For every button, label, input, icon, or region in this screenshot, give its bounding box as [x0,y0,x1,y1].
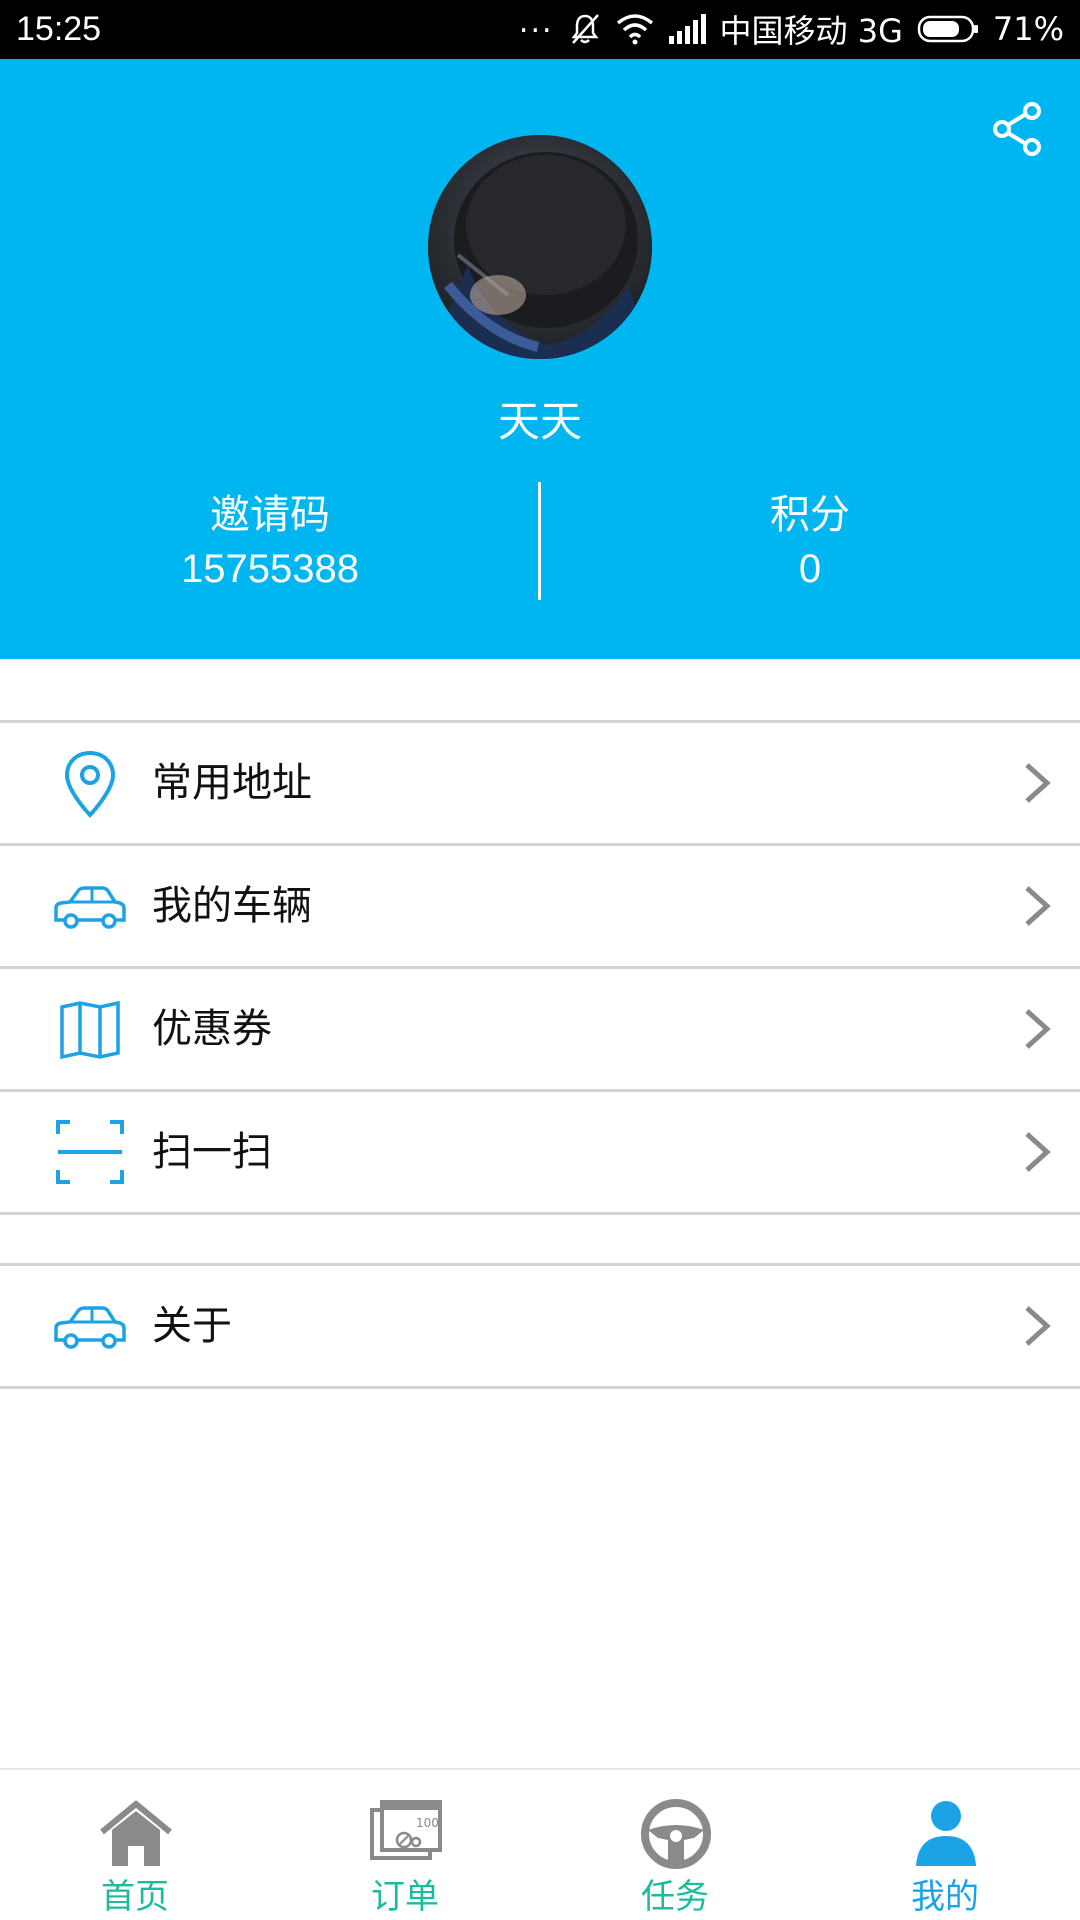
signal-icon [668,14,706,44]
username: 天天 [497,397,582,446]
person-icon [908,1796,984,1872]
bottom-nav: 首页 100 订单 任务 我的 [0,1768,1080,1920]
car-icon [52,876,128,938]
chevron-right-icon [1022,1008,1052,1050]
order-icon: 100 [368,1796,444,1872]
invite-label: 邀请码 [210,492,330,538]
status-right: ... 中国移动 3G 71% [518,4,1064,51]
menu-label: 扫一扫 [152,1129,272,1175]
invite-code-block[interactable]: 邀请码 15755388 [0,489,540,597]
points-label: 积分 [770,492,850,538]
scan-icon [52,1120,128,1184]
profile-header: 天天 邀请码 15755388 积分 0 [0,59,1080,659]
svg-text:100: 100 [416,1816,439,1830]
battery-icon [917,14,979,44]
nav-label: 订单 [371,1877,439,1917]
menu-label: 优惠券 [152,1006,272,1052]
nav-item-orders[interactable]: 100 订单 [270,1770,540,1920]
home-icon [98,1796,174,1872]
menu-item-address[interactable]: 常用地址 [0,723,1080,846]
chevron-right-icon [1022,1305,1052,1347]
nav-label: 首页 [101,1877,169,1917]
menu-group-about: 关于 [0,1263,1080,1389]
mute-icon [568,12,602,46]
menu-group-main: 常用地址 我的车辆 优惠券 扫一扫 [0,720,1080,1215]
nav-label: 任务 [641,1877,709,1917]
menu-item-scan[interactable]: 扫一扫 [0,1092,1080,1215]
wifi-icon [616,13,654,45]
menu-label: 常用地址 [152,760,312,806]
points-block[interactable]: 积分 0 [540,489,1080,597]
menu-item-coupons[interactable]: 优惠券 [0,969,1080,1092]
menu-item-about[interactable]: 关于 [0,1266,1080,1389]
menu-item-vehicles[interactable]: 我的车辆 [0,846,1080,969]
chevron-right-icon [1022,1131,1052,1173]
menu-label: 关于 [152,1303,232,1349]
status-bar: 15:25 ... 中国移动 3G 71% [0,0,1080,59]
points-value: 0 [798,547,822,591]
status-time: 15:25 [16,10,102,48]
chevron-right-icon [1022,762,1052,804]
share-icon[interactable] [988,99,1048,159]
notification-dots: ... [518,4,554,40]
menu-label: 我的车辆 [152,883,312,929]
nav-label: 我的 [911,1877,979,1917]
map-icon [52,999,128,1061]
nav-item-home[interactable]: 首页 [0,1770,270,1920]
nav-item-tasks[interactable]: 任务 [540,1770,810,1920]
battery-percent: 71% [992,10,1064,48]
steering-wheel-icon [638,1796,714,1872]
screen: 15:25 ... 中国移动 3G 71% 天天 邀请码 15755388 积分… [0,0,1080,1920]
invite-code: 15755388 [181,547,359,591]
car-icon [52,1296,128,1358]
chevron-right-icon [1022,885,1052,927]
location-pin-icon [52,750,128,818]
carrier-label: 中国移动 3G [719,12,903,50]
avatar[interactable] [428,135,652,359]
nav-item-mine[interactable]: 我的 [810,1770,1080,1920]
